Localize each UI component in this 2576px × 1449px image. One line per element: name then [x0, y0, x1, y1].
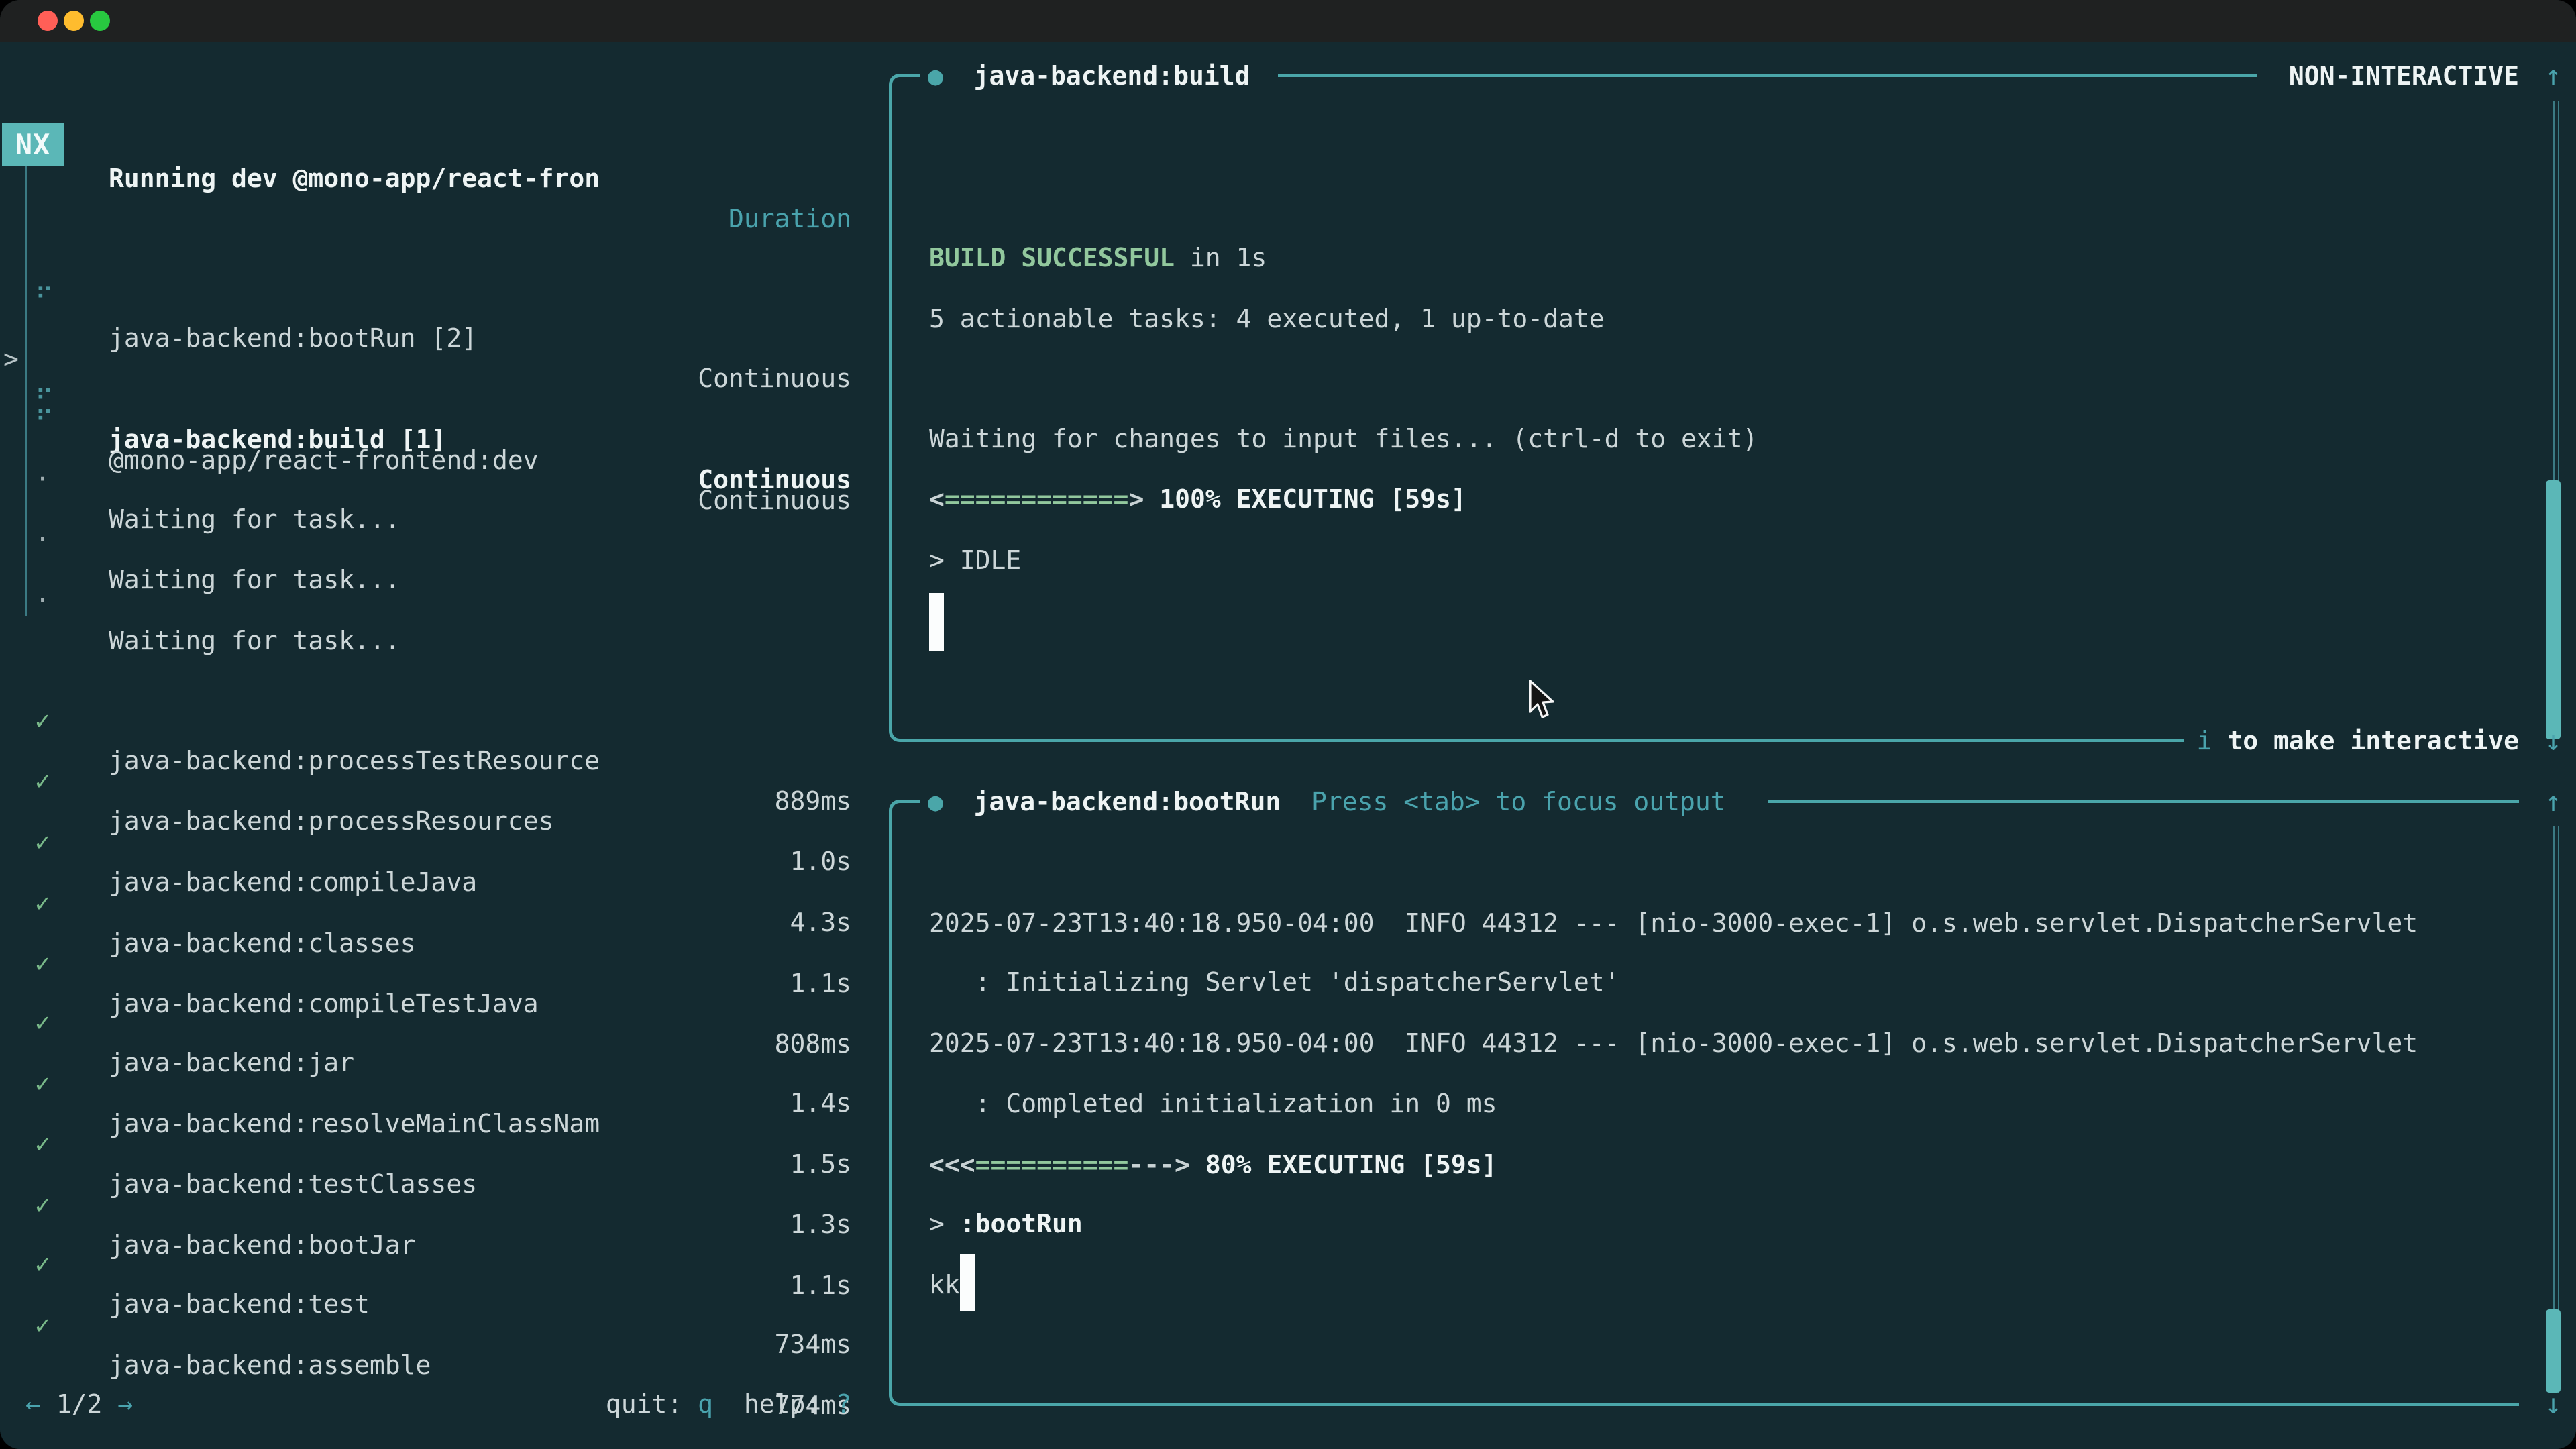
page-indicator: 1/2: [56, 1389, 103, 1419]
bootrun-progress-bar: <<<==========---> 80% EXECUTING [59s]: [929, 1144, 1497, 1185]
terminal-cursor: [929, 593, 944, 651]
progress-label: 100% EXECUTING [59s]: [1159, 484, 1466, 514]
waiting-changes-line: Waiting for changes to input files... (c…: [929, 419, 1758, 459]
log-line: : Initializing Servlet 'dispatcherServle…: [929, 962, 1620, 1002]
check-icon: ✓: [35, 1305, 50, 1345]
task-row-waiting-3[interactable]: · Waiting for task...: [0, 540, 872, 580]
scrollbar-track[interactable]: [2553, 826, 2559, 1393]
task-row-done[interactable]: ✓ java-backend:test 734ms: [0, 1203, 872, 1244]
build-time-text: in 1s: [1175, 243, 1267, 272]
panel-dot-icon: ●: [928, 787, 943, 816]
task-label: java-backend:assemble: [109, 1345, 431, 1385]
command-caret: >: [929, 1209, 960, 1238]
quit-key[interactable]: q: [698, 1389, 713, 1419]
scroll-down-arrow[interactable]: ↓: [2534, 720, 2572, 761]
task-row-done[interactable]: ✓ java-backend:processTestResource 889ms: [0, 660, 872, 700]
progress-prefix: <: [929, 484, 945, 514]
scrollbar-thumb[interactable]: [2546, 1309, 2561, 1393]
build-panel-title-line: [1278, 74, 2257, 77]
interactive-hint: i to make interactive: [2197, 720, 2519, 761]
non-interactive-badge: NON-INTERACTIVE: [2289, 56, 2519, 96]
bootrun-panel-title: java-backend:bootRun: [974, 787, 1281, 816]
log-line: 2025-07-23T13:40:18.950-04:00 INFO 44312…: [929, 1023, 2418, 1063]
build-successful-text: BUILD SUCCESSFUL: [929, 243, 1175, 272]
task-row-done[interactable]: ✓ java-backend:resolveMainClassNam 1.5s: [0, 1023, 872, 1063]
quit-label: quit:: [606, 1389, 682, 1419]
task-label: Waiting for task...: [109, 621, 400, 661]
help-key[interactable]: ?: [836, 1389, 851, 1419]
progress-fill: ============: [945, 484, 1129, 514]
task-duration: 734ms: [775, 1324, 851, 1364]
interactive-hint-key[interactable]: i: [2197, 726, 2212, 755]
progress-suffix: --->: [1128, 1150, 1190, 1179]
task-row-done[interactable]: ✓ java-backend:jar 1.4s: [0, 962, 872, 1002]
mouse-cursor: [1529, 680, 1558, 721]
duration-column-header: Duration: [729, 199, 851, 239]
task-row-done[interactable]: ✓ java-backend:testClasses 1.3s: [0, 1083, 872, 1124]
focus-output-hint: Press <tab> to focus output: [1311, 787, 1726, 816]
progress-label: 80% EXECUTING [59s]: [1205, 1150, 1497, 1179]
sidebar-header: Running dev @mono-app/react-fron Duratio…: [0, 118, 872, 158]
task-row-waiting-1[interactable]: · Waiting for task...: [0, 419, 872, 459]
keybind-hints: quit: q help: ?: [606, 1384, 851, 1424]
window-titlebar: [0, 0, 2576, 42]
task-row-done[interactable]: ✓ java-backend:processResources 1.0s: [0, 720, 872, 761]
scroll-down-arrow[interactable]: ↓: [2534, 1384, 2572, 1424]
pagination: ← 1/2 →: [25, 1384, 133, 1424]
interactive-hint-text: to make interactive: [2212, 726, 2519, 755]
terminal-screen: NX Running dev @mono-app/react-fron Dura…: [0, 42, 2576, 1449]
task-row-done[interactable]: ✓ java-backend:assemble 774ms: [0, 1265, 872, 1305]
build-panel-title-row[interactable]: ● java-backend:build: [928, 56, 1250, 96]
terminal-cursor: [960, 1254, 975, 1311]
task-row-done[interactable]: ✓ java-backend:classes 1.1s: [0, 843, 872, 883]
waiting-dot-icon: ·: [35, 580, 50, 621]
scroll-up-arrow[interactable]: ↑: [2534, 782, 2572, 822]
sidebar-title: Running dev @mono-app/react-fron: [109, 158, 600, 199]
task-row-waiting-2[interactable]: · Waiting for task...: [0, 479, 872, 519]
log-line: : Completed initialization in 0 ms: [929, 1083, 1497, 1124]
build-panel-frame: [889, 74, 920, 742]
page-next-arrow[interactable]: →: [117, 1389, 133, 1419]
stdin-input-line[interactable]: kk: [929, 1265, 960, 1305]
panel-dot-icon: ●: [928, 61, 943, 91]
page-prev-arrow[interactable]: ←: [25, 1389, 41, 1419]
app-window: NX Running dev @mono-app/react-fron Dura…: [0, 0, 2576, 1449]
bootrun-panel-title-row[interactable]: ● java-backend:bootRun Press <tab> to fo…: [928, 782, 1726, 822]
task-row-done[interactable]: ✓ java-backend:compileJava 4.3s: [0, 782, 872, 822]
task-row-build-selected[interactable]: > ⠋ java-backend:build [1] Continuous: [0, 299, 872, 339]
gradle-task-line: > :bootRun: [929, 1203, 1083, 1244]
task-row-bootrun[interactable]: ⠋ java-backend:bootRun [2] Continuous: [0, 237, 872, 278]
build-panel-title: java-backend:build: [974, 61, 1250, 91]
build-panel-bottom-line: [918, 739, 2184, 742]
task-row-done[interactable]: ✓ java-backend:bootJar 1.1s: [0, 1144, 872, 1185]
log-line: 2025-07-23T13:40:18.950-04:00 INFO 44312…: [929, 903, 2418, 943]
progress-fill: ==========: [975, 1150, 1129, 1179]
command-name: :bootRun: [960, 1209, 1083, 1238]
scroll-up-arrow[interactable]: ↑: [2534, 56, 2572, 96]
zoom-button[interactable]: [90, 11, 110, 31]
task-row-react-dev[interactable]: ⠋ @mono-app/react-frontend:dev Continuou…: [0, 360, 872, 400]
task-row-done[interactable]: ✓ java-backend:compileTestJava 808ms: [0, 903, 872, 943]
bootrun-panel-frame: [889, 800, 920, 1406]
progress-prefix: <<<: [929, 1150, 975, 1179]
build-status-line: BUILD SUCCESSFUL in 1s: [929, 237, 1267, 278]
bootrun-panel-title-line: [1768, 800, 2519, 803]
scrollbar-thumb[interactable]: [2546, 480, 2561, 739]
close-button[interactable]: [38, 11, 58, 31]
tasks-summary-line: 5 actionable tasks: 4 executed, 1 up-to-…: [929, 299, 1605, 339]
build-progress-bar: <============> 100% EXECUTING [59s]: [929, 479, 1466, 519]
help-label: help:: [744, 1389, 820, 1419]
bootrun-panel-bottom-line: [918, 1403, 2519, 1406]
progress-suffix: >: [1128, 484, 1144, 514]
minimize-button[interactable]: [64, 11, 84, 31]
idle-line: > IDLE: [929, 540, 1021, 580]
